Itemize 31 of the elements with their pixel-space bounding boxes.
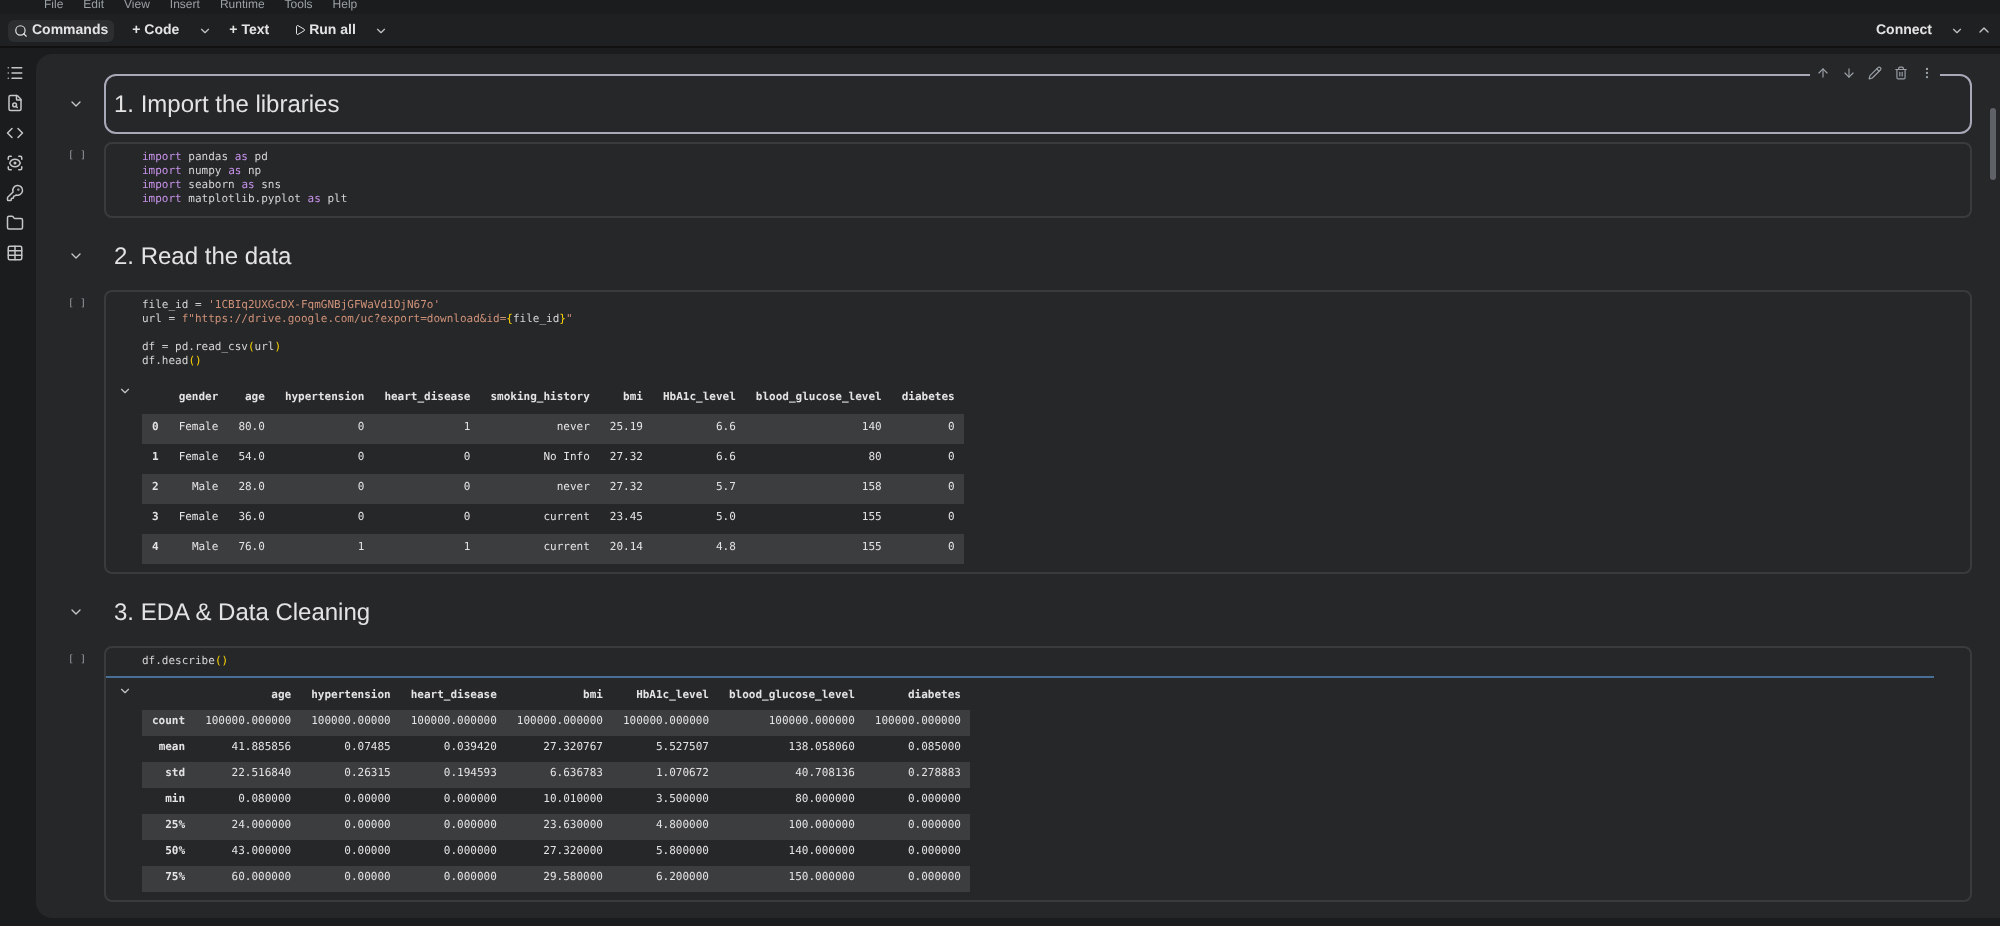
list-icon[interactable] (5, 64, 23, 82)
document-search-icon[interactable] (5, 94, 23, 112)
code-cell[interactable] (104, 646, 1972, 902)
chevron-down-icon[interactable] (68, 604, 84, 620)
code-cell[interactable] (104, 290, 1972, 574)
chevron-up-icon[interactable] (1976, 22, 1992, 38)
eye-scan-icon[interactable] (5, 154, 23, 172)
caret-icon[interactable] (373, 23, 388, 37)
section-heading: 3. EDA & Data Cleaning (114, 598, 371, 626)
chevron-down-icon[interactable] (68, 96, 84, 112)
section-heading: 1. Import the libraries (114, 90, 340, 118)
chevron-down-icon[interactable] (117, 684, 131, 698)
folder-icon[interactable] (5, 214, 23, 232)
caret-icon[interactable] (1950, 23, 1964, 37)
search-icon (14, 23, 28, 37)
scrollbar[interactable] (1990, 108, 1996, 180)
heading-cell[interactable]: 2. Read the data (104, 234, 1972, 278)
arrow-up-icon[interactable] (1816, 66, 1830, 80)
heading-cell[interactable]: 3. EDA & Data Cleaning (104, 590, 1972, 634)
play-icon (293, 24, 306, 36)
caret-icon[interactable] (197, 23, 212, 37)
pencil-icon[interactable] (1868, 66, 1882, 80)
table-icon[interactable] (5, 244, 23, 262)
arrow-down-icon[interactable] (1842, 66, 1856, 80)
section-heading: 2. Read the data (114, 242, 292, 270)
chevron-down-icon[interactable] (117, 384, 131, 398)
chevron-down-icon[interactable] (68, 248, 84, 264)
key-icon[interactable] (5, 184, 23, 202)
code-icon[interactable] (5, 124, 23, 142)
heading-cell[interactable]: 1. Import the libraries (104, 74, 1972, 134)
trash-icon[interactable] (1894, 66, 1908, 80)
